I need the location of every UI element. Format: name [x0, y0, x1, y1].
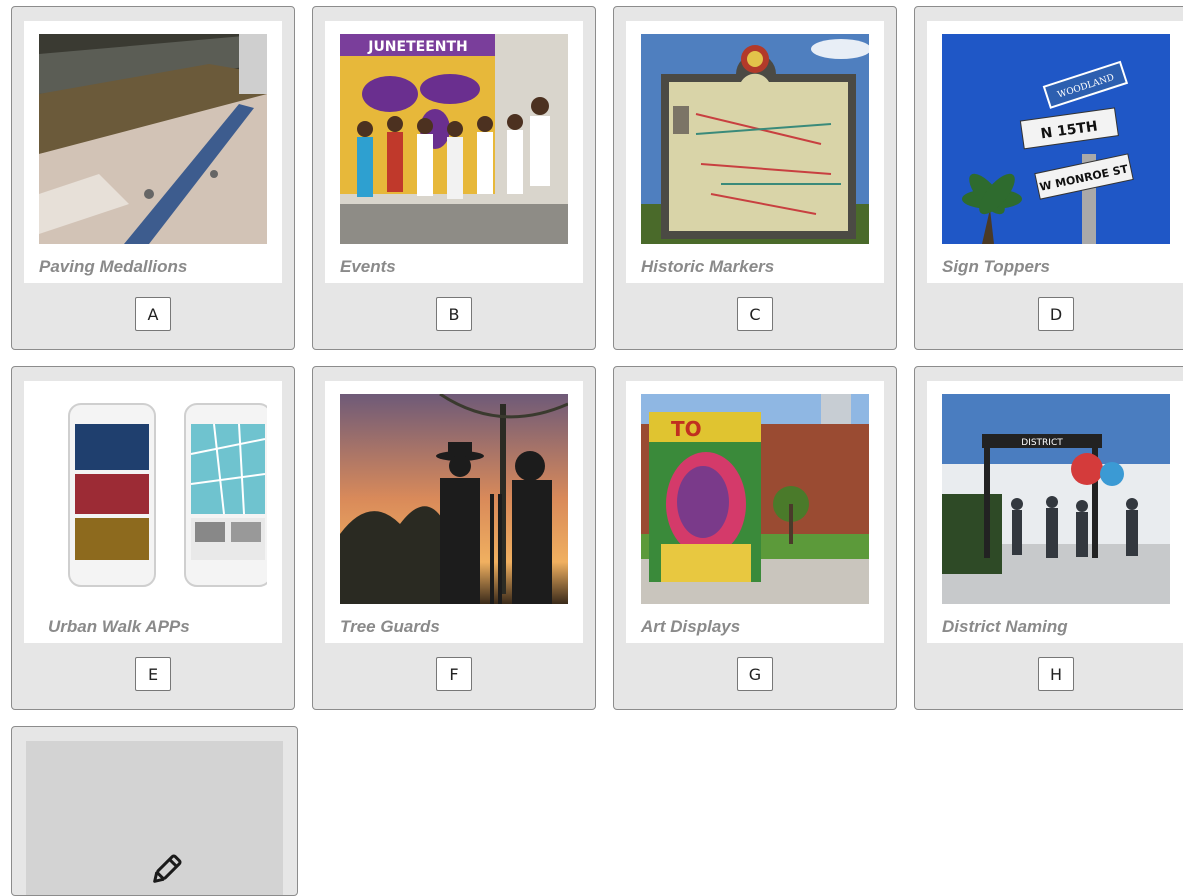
events-photo: JUNETEENTH	[340, 34, 568, 244]
card-district-naming[interactable]: DISTRICT District Naming H	[914, 366, 1183, 710]
photo-frame: WOODLAND N 15TH W MONROE ST Sign Toppers	[927, 21, 1183, 283]
letter-box-h[interactable]: H	[1038, 657, 1074, 691]
letter-box-c[interactable]: C	[737, 297, 773, 331]
card-sign-toppers[interactable]: WOODLAND N 15TH W MONROE ST Sign Toppers…	[914, 6, 1183, 350]
card-caption: Tree Guards	[340, 617, 440, 636]
card-caption: District Naming	[942, 617, 1068, 636]
card-caption: Events	[340, 257, 396, 276]
card-caption: Art Displays	[641, 617, 741, 636]
add-option-area[interactable]	[26, 741, 283, 895]
card-paving-medallions[interactable]: Paving Medallions A	[11, 6, 295, 350]
photo-frame: JUNETEENTH Events	[325, 21, 583, 283]
district-gate-text: DISTRICT	[1021, 438, 1063, 448]
card-art-displays[interactable]: TO Art Displays G	[613, 366, 897, 710]
card-events[interactable]: JUNETEENTH Events B	[312, 6, 596, 350]
photo-frame: TO Art Displays	[626, 381, 884, 643]
card-historic-markers[interactable]: Historic Markers C	[613, 6, 897, 350]
historic-markers-photo	[641, 34, 869, 244]
card-urban-walk-apps[interactable]: Urban Walk APPs E	[11, 366, 295, 710]
photo-frame: DISTRICT District Naming	[927, 381, 1183, 643]
card-caption: Paving Medallions	[39, 257, 188, 276]
photo-frame: Tree Guards	[325, 381, 583, 643]
card-caption: Historic Markers	[641, 257, 775, 276]
urban-walk-apps-photo	[39, 394, 267, 604]
art-banner-text: TO	[671, 417, 702, 441]
card-caption: Urban Walk APPs	[48, 617, 190, 636]
card-caption: Sign Toppers	[942, 257, 1050, 276]
art-displays-photo: TO	[641, 394, 869, 604]
letter-box-a[interactable]: A	[135, 297, 171, 331]
sign-toppers-photo: WOODLAND N 15TH W MONROE ST	[942, 34, 1170, 244]
tree-guards-photo	[340, 394, 568, 604]
events-banner-text: JUNETEENTH	[367, 39, 468, 55]
card-tree-guards[interactable]: Tree Guards F	[312, 366, 596, 710]
letter-box-d[interactable]: D	[1038, 297, 1074, 331]
letter-box-e[interactable]: E	[135, 657, 171, 691]
photo-frame: Historic Markers	[626, 21, 884, 283]
paving-medallions-photo	[39, 34, 267, 244]
pencil-icon[interactable]	[148, 852, 184, 888]
district-naming-photo: DISTRICT	[942, 394, 1170, 604]
letter-box-b[interactable]: B	[436, 297, 472, 331]
letter-box-f[interactable]: F	[436, 657, 472, 691]
photo-frame: Paving Medallions	[24, 21, 282, 283]
letter-box-g[interactable]: G	[737, 657, 773, 691]
photo-frame: Urban Walk APPs	[24, 381, 282, 643]
add-option-card[interactable]	[11, 726, 298, 896]
